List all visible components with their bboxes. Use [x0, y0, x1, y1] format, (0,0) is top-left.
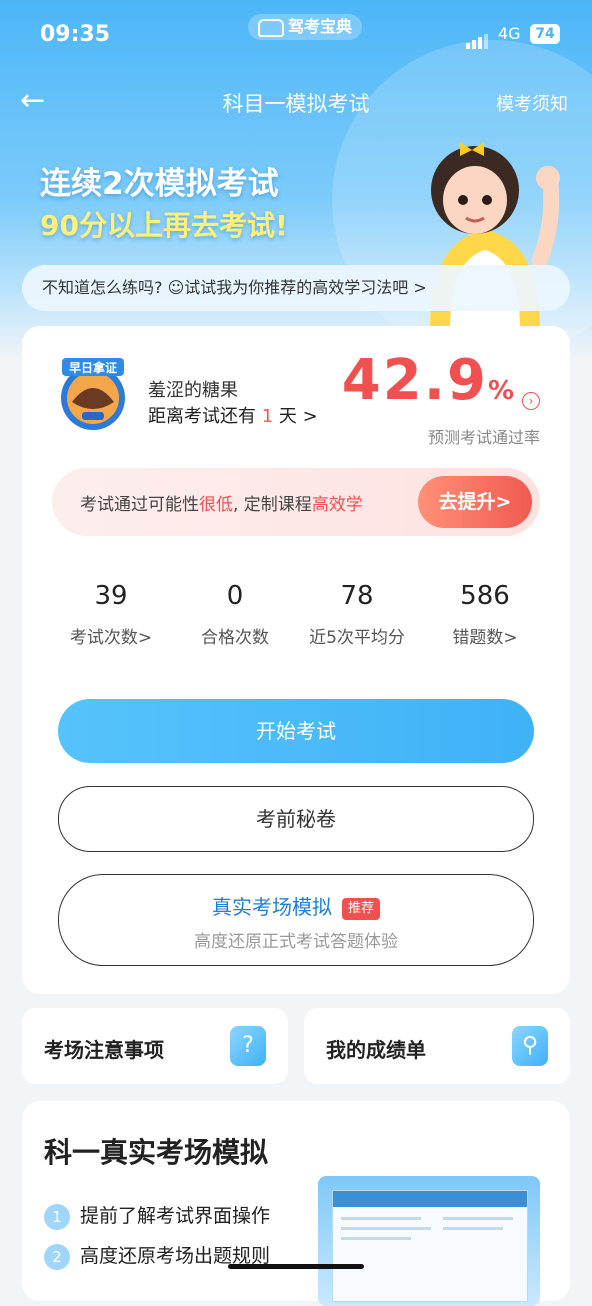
- study-method-tip[interactable]: 不知道怎么练吗? ☺试试我为你推荐的高效学习法吧 >: [22, 265, 570, 311]
- recommend-badge: 推荐: [341, 897, 380, 920]
- username: 羞涩的糖果: [148, 380, 238, 401]
- brand-label: 驾考宝典: [288, 17, 353, 36]
- search-doc-icon: ⚲: [512, 1026, 548, 1066]
- section-title: 科一真实考场模拟: [44, 1136, 269, 1169]
- stat-label: 考试次数>: [69, 628, 153, 648]
- tile-label: 考场注意事项: [44, 1038, 164, 1062]
- warning-text: 考试通过可能性很低, 定制课程高效学: [80, 490, 363, 515]
- pass-rate-value: 42.9%: [342, 348, 516, 413]
- network-type: 4G: [498, 24, 521, 43]
- my-scores-tile[interactable]: 我的成绩单 ⚲: [304, 1008, 570, 1084]
- pass-rate-label: 预测考试通过率: [427, 428, 540, 447]
- stat-value: 39: [94, 581, 128, 611]
- days-to-exam[interactable]: 距离考试还有 1 天 >: [148, 402, 318, 428]
- nav-bar: ← 科目一模拟考试 模考须知: [0, 80, 592, 124]
- stat-label: 合格次数: [201, 628, 269, 648]
- tip-text: 不知道怎么练吗? ☺试试我为你推荐的高效学习法吧 >: [42, 278, 427, 297]
- signal-icon: [466, 30, 490, 49]
- list-item: 1 提前了解考试界面操作: [44, 1201, 270, 1230]
- exam-notes-tile[interactable]: 考场注意事项 ?: [22, 1008, 288, 1084]
- real-exam-section: 科一真实考场模拟 1 提前了解考试界面操作 2 高度还原考场出题规则: [22, 1101, 570, 1306]
- stat-label: 近5次平均分: [309, 628, 405, 648]
- real-exam-subtitle: 高度还原正式考试答题体验: [194, 932, 398, 952]
- warning-part-d: 高效学: [311, 495, 363, 515]
- badge-text: 早日拿证: [69, 360, 117, 375]
- chevron-right-icon[interactable]: ›: [522, 392, 540, 410]
- brand-pill: 驾考宝典: [248, 14, 363, 40]
- exam-summary-card: 早日拿证 羞涩的糖果 距离考试还有 1 天 > 42.9% › 预测考试通过率 …: [22, 326, 570, 994]
- stat-value: 78: [340, 581, 374, 611]
- real-exam-title-text: 真实考场模拟: [211, 895, 332, 919]
- stat-value: 586: [460, 581, 510, 611]
- real-exam-simulation-button[interactable]: 真实考场模拟 推荐 高度还原正式考试答题体验: [58, 874, 534, 966]
- stat-pass-count: 0 合格次数: [170, 581, 300, 648]
- warning-part-c: , 定制课程: [233, 495, 312, 515]
- hero-line-2: 90分以上再去考试!: [40, 209, 288, 242]
- exam-stats: 39 考试次数> 0 合格次数 78 近5次平均分 586 错题数>: [22, 581, 570, 661]
- list-item-text: 提前了解考试界面操作: [80, 1205, 271, 1227]
- early-license-badge-icon: 早日拿证: [61, 358, 125, 430]
- exam-screen-preview-image: [318, 1176, 540, 1306]
- car-icon: [258, 18, 284, 37]
- number-badge: 2: [44, 1243, 70, 1270]
- exam-notice-link[interactable]: 模考须知: [496, 90, 568, 116]
- days-value: 1: [261, 406, 274, 427]
- improvement-banner: 考试通过可能性很低, 定制课程高效学 去提升>: [52, 468, 540, 536]
- days-prefix: 距离考试还有: [148, 406, 256, 427]
- pass-rate-number: 42.9: [341, 348, 488, 413]
- warning-part-a: 考试通过可能性: [80, 495, 199, 515]
- stat-label: 错题数>: [452, 628, 518, 648]
- question-icon: ?: [230, 1026, 266, 1066]
- number-badge: 1: [44, 1203, 70, 1230]
- battery-icon: 74: [530, 24, 560, 44]
- pass-rate-unit: %: [487, 376, 516, 406]
- stat-value: 0: [226, 581, 244, 611]
- stat-wrong-count[interactable]: 586 错题数>: [420, 581, 550, 648]
- stat-exam-count[interactable]: 39 考试次数>: [46, 581, 176, 648]
- real-exam-title: 真实考场模拟 推荐: [59, 891, 533, 920]
- hero-line-1: 连续2次模拟考试: [40, 166, 279, 202]
- home-indicator: [228, 1264, 364, 1269]
- tile-label: 我的成绩单: [326, 1038, 426, 1062]
- warning-part-b: 很低: [199, 495, 233, 515]
- improve-button[interactable]: 去提升>: [418, 476, 532, 528]
- status-bar: 09:35 驾考宝典 4G 74: [0, 0, 592, 70]
- status-time: 09:35: [40, 22, 111, 47]
- days-suffix: 天 >: [278, 406, 318, 427]
- stat-average-score: 78 近5次平均分: [292, 581, 422, 648]
- start-exam-button[interactable]: 开始考试: [58, 699, 534, 763]
- pre-exam-paper-button[interactable]: 考前秘卷: [58, 786, 534, 852]
